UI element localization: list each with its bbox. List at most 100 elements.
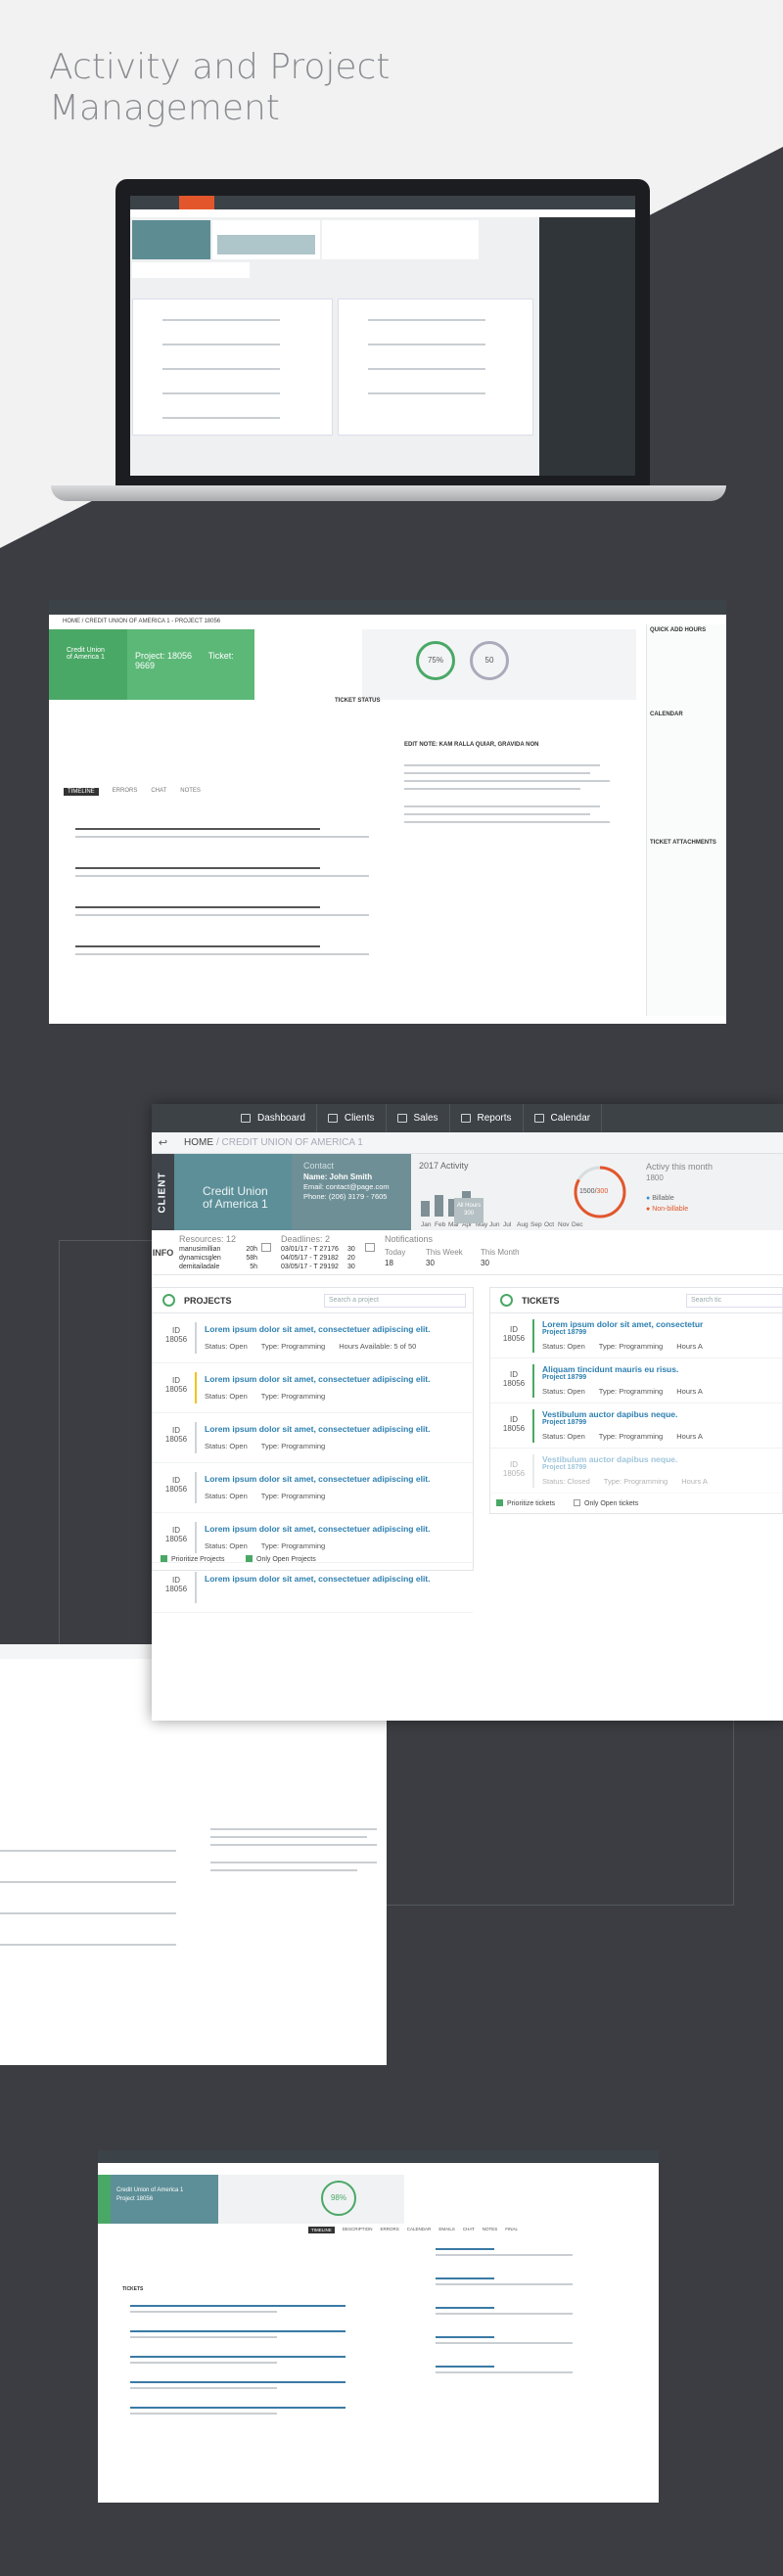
ticket-status: Status: Closed xyxy=(542,1477,590,1486)
ticket-status-bar xyxy=(532,1364,534,1398)
ticket-project[interactable]: Project 18799 xyxy=(542,1374,586,1381)
legend-nonbillable: ● Non-billable xyxy=(646,1206,689,1213)
project-id: ID 18056 xyxy=(163,1526,189,1543)
project-search-input[interactable]: Search a project xyxy=(324,1294,466,1308)
project-title[interactable]: Lorem ipsum dolor sit amet, consectetuer… xyxy=(205,1474,431,1484)
project-id: ID 18056 xyxy=(163,1326,189,1344)
project-type: Type: Programming xyxy=(260,1392,326,1401)
ticket-breadcrumb: HOME / CREDIT UNION OF AMERICA 1 - PROJE… xyxy=(63,619,221,624)
project-tab[interactable]: FINAL xyxy=(505,2227,518,2233)
project-tab[interactable]: TIMELINE xyxy=(308,2227,335,2233)
checkbox-checked[interactable] xyxy=(496,1499,503,1506)
only-open-projects-label: Only Open Projects xyxy=(256,1556,316,1563)
legend-billable-label: Billable xyxy=(652,1195,674,1202)
ticket-project[interactable]: Project 18799 xyxy=(542,1464,586,1471)
deadline-item[interactable]: 03/01/17 - T 27176 xyxy=(281,1245,339,1254)
contact-email[interactable]: Email: contact@page.com xyxy=(303,1182,411,1192)
only-open-projects[interactable]: Only Open Projects xyxy=(246,1555,316,1563)
ticket-title[interactable]: Vestibulum auctor dapibus neque. xyxy=(542,1409,677,1419)
project-tab[interactable]: EMAILS xyxy=(438,2227,455,2233)
mini-line xyxy=(368,344,485,345)
info-row: INFO Resources: 12 manusimillian dynamic… xyxy=(152,1230,783,1275)
project-id: ID 18056 xyxy=(163,1376,189,1394)
project-row[interactable]: ID 18056 Lorem ipsum dolor sit amet, conse… xyxy=(153,1563,473,1613)
projects-header: PROJECTS Search a project xyxy=(153,1288,473,1313)
project-tab[interactable]: ERRORS xyxy=(381,2227,399,2233)
tab-timeline[interactable]: TIMELINE xyxy=(64,788,99,796)
tab-notes[interactable]: NOTES xyxy=(180,788,201,796)
project-title[interactable]: Lorem ipsum dolor sit amet, consectetuer… xyxy=(205,1374,431,1384)
projects-list: ID 18056 Lorem ipsum dolor sit amet, conse… xyxy=(153,1313,473,1613)
ticket-project-box: Project: 18056 Ticket: 9669 xyxy=(127,629,254,700)
project-title[interactable]: Lorem ipsum dolor sit amet, consectetuer… xyxy=(205,1424,431,1434)
nav-clients[interactable]: Clients xyxy=(317,1104,387,1132)
ticket-project[interactable]: Project 18799 xyxy=(542,1419,586,1426)
ticket-row[interactable]: ID 18056 Vestibulum auctor dapibus neque. P… xyxy=(490,1403,782,1449)
project-row[interactable]: ID 18056 Lorem ipsum dolor sit amet, conse… xyxy=(153,1413,473,1463)
ticket-row[interactable]: ID 18056 Vestibulum auctor dapibus neque. P… xyxy=(490,1449,782,1494)
text-line xyxy=(404,813,590,815)
checkbox-checked[interactable] xyxy=(161,1555,167,1562)
mini-chart-b xyxy=(322,220,479,259)
ticket-row[interactable]: ID 18056 Lorem ipsum dolor sit amet, conse… xyxy=(490,1313,782,1358)
project-title[interactable]: Lorem ipsum dolor sit amet, consectetuer… xyxy=(205,1574,431,1584)
text-line xyxy=(210,1844,377,1846)
tab-errors[interactable]: ERRORS xyxy=(113,788,138,796)
checkbox-unchecked[interactable] xyxy=(574,1499,580,1506)
project-row[interactable]: ID 18056 Lorem ipsum dolor sit amet, conse… xyxy=(153,1463,473,1513)
projects-panel: PROJECTS Search a project ID 18056 Lorem i… xyxy=(152,1287,474,1613)
text-line xyxy=(0,1850,176,1852)
back-arrow-icon[interactable]: ↩ xyxy=(152,1132,174,1154)
deadlines-calendar-icon[interactable] xyxy=(365,1243,375,1252)
project-tab[interactable]: DESCRIPTION xyxy=(343,2227,373,2233)
resources-calendar-icon[interactable] xyxy=(261,1243,271,1252)
hero-title: Activity and Project Management xyxy=(49,47,390,129)
project-title[interactable]: Lorem ipsum dolor sit amet, consectetuer… xyxy=(205,1324,431,1334)
deadline-item[interactable]: 04/05/17 - T 29182 xyxy=(281,1254,339,1263)
prioritize-tickets[interactable]: Prioritize tickets xyxy=(496,1499,555,1507)
attachments-title: TICKET ATTACHMENTS xyxy=(650,840,716,846)
ticket-title[interactable]: Lorem ipsum dolor sit amet, consectetur xyxy=(542,1319,703,1329)
tab-chat[interactable]: CHAT xyxy=(151,788,166,796)
activity-title: 2017 Activity xyxy=(419,1161,469,1171)
info-label: INFO xyxy=(152,1248,174,1258)
prioritize-projects[interactable]: Prioritize Projects xyxy=(161,1555,224,1563)
edit-note-body[interactable] xyxy=(404,764,629,950)
ticket-nav xyxy=(49,600,726,615)
project-type: Type: Programming xyxy=(260,1442,326,1450)
nav-calendar[interactable]: Calendar xyxy=(524,1104,603,1132)
breadcrumb-home[interactable]: HOME xyxy=(184,1137,213,1148)
mini-nav-active xyxy=(179,196,214,209)
project-id-value: 18056 xyxy=(164,1535,188,1543)
nav-reports[interactable]: Reports xyxy=(450,1104,524,1132)
ticket-title[interactable]: Vestibulum auctor dapibus neque. xyxy=(542,1454,677,1464)
ticket-row[interactable]: ID 18056 Aliquam tincidunt mauris eu risus… xyxy=(490,1358,782,1403)
only-open-tickets[interactable]: Only Open tickets xyxy=(574,1499,638,1507)
activity-bar xyxy=(435,1195,443,1217)
checkbox-checked[interactable] xyxy=(246,1555,253,1562)
ticket-status-title: TICKET STATUS xyxy=(335,698,381,704)
project-tab[interactable]: NOTES xyxy=(483,2227,498,2233)
project-title[interactable]: Lorem ipsum dolor sit amet, consectetuer… xyxy=(205,1524,431,1534)
project-tab[interactable]: CHAT xyxy=(463,2227,475,2233)
ticket-search-input[interactable]: Search tic xyxy=(686,1294,783,1308)
ticket-hours: Hours A xyxy=(681,1477,708,1486)
ticket-title[interactable]: Aliquam tincidunt mauris eu risus. xyxy=(542,1364,678,1374)
project-meta: Status: Open Type: Programming xyxy=(205,1392,339,1401)
period-today-value: 18 xyxy=(385,1259,393,1267)
nav-dashboard[interactable]: Dashboard xyxy=(230,1104,317,1132)
nav-sales[interactable]: Sales xyxy=(387,1104,450,1132)
text-line xyxy=(210,1828,377,1830)
project-tab[interactable]: CALENDAR xyxy=(407,2227,432,2233)
project-row[interactable]: ID 18056 Lorem ipsum dolor sit amet, conse… xyxy=(153,1313,473,1363)
project-id-label: ID xyxy=(172,1326,180,1335)
timeline-title xyxy=(75,945,320,947)
ticket-project[interactable]: Project 18799 xyxy=(542,1329,586,1336)
ticket-vlabel-bg xyxy=(49,629,61,700)
text-line xyxy=(75,875,369,877)
project-row[interactable]: ID 18056 Lorem ipsum dolor sit amet, conse… xyxy=(153,1363,473,1413)
deadline-item[interactable]: 03/05/17 - T 29192 xyxy=(281,1263,339,1271)
hero-title-line2: Management xyxy=(49,88,280,128)
ticket-hours: Hours A xyxy=(676,1342,703,1351)
text-line xyxy=(436,2254,573,2256)
